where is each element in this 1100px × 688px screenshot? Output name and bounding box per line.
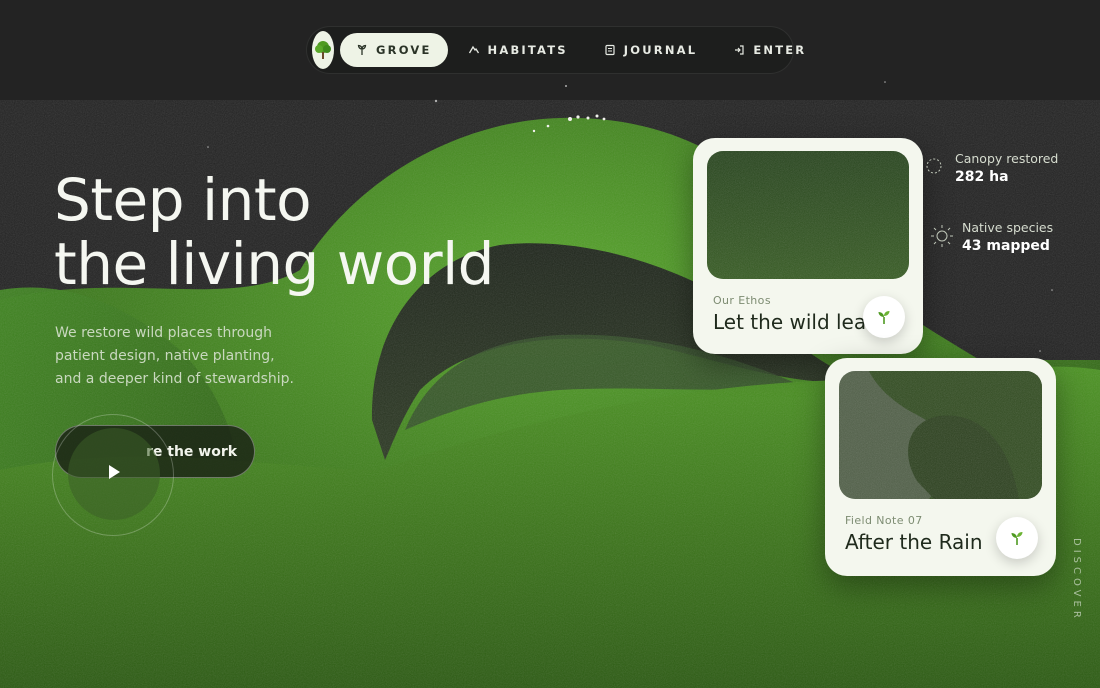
nav-item-habitats[interactable]: HABITATS [452,33,584,67]
seedling-icon [996,517,1038,559]
discover-scroll-hint[interactable]: DISCOVER [1068,538,1082,622]
journal-icon [604,44,616,56]
card-title: Let the wild lead [713,310,868,334]
stat-label: Native species [962,220,1054,235]
stat-value: 43 mapped [962,238,1050,254]
hero-title-line: the living world [54,230,495,298]
stat-value: 282 ha [955,169,1009,185]
card-kicker: Our Ethos [713,294,771,307]
card-field-note[interactable]: Field Note 07 After the Rain [825,358,1056,576]
hero-title-line: Step into [54,166,312,234]
hero-description-line: and a deeper kind of stewardship. [55,371,295,387]
nav-item-label: HABITATS [487,43,568,57]
play-icon [107,464,121,484]
hero-description: We restore wild places through patient d… [55,322,325,391]
nav-item-label: ENTER [753,43,807,57]
seedling-icon [863,296,905,338]
nav-item-enter[interactable]: ENTER [717,33,822,67]
canopy-icon [923,155,945,177]
card-kicker: Field Note 07 [845,514,923,527]
top-navigation: GROVE HABITATS JOURNAL ENTER [306,26,804,74]
hero-title: Step into the living world [54,168,524,296]
sun-icon [930,224,953,247]
nav-item-label: JOURNAL [623,43,698,57]
nav-item-label: GROVE [376,43,432,57]
stat-canopy-restored: Canopy restored 282 ha [923,151,1058,187]
nav-item-grove[interactable]: GROVE [340,33,448,67]
sprout-icon [356,44,368,56]
tree-icon[interactable] [312,31,334,69]
enter-icon [733,44,745,56]
play-button[interactable] [68,428,160,520]
card-thumbnail [839,371,1042,499]
mountain-icon [468,44,480,56]
nav-item-journal[interactable]: JOURNAL [588,33,714,67]
hero-description-line: We restore wild places through [55,325,272,341]
hero-description-line: patient design, native planting, [55,348,275,364]
card-thumbnail [707,151,909,279]
card-our-ethos[interactable]: Our Ethos Let the wild lead [693,138,923,354]
stat-label: Canopy restored [955,151,1059,166]
stat-native-species: Native species 43 mapped [930,220,1053,256]
